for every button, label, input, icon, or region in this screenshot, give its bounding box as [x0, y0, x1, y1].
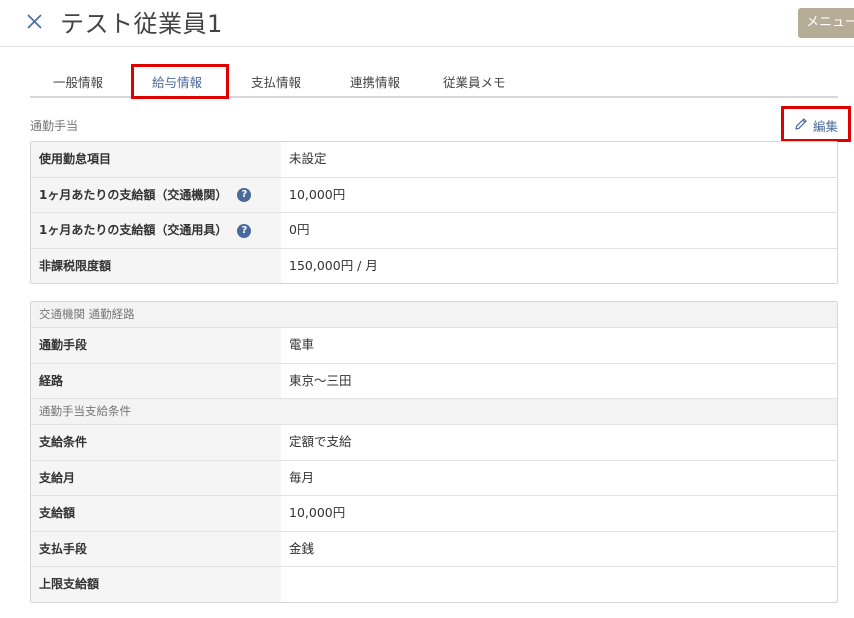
table-row: 上限支給額: [31, 567, 837, 602]
table-row: 支給月 毎月: [31, 460, 837, 496]
section-title: 通勤手当: [30, 119, 79, 133]
tab-general[interactable]: 一般情報: [53, 72, 103, 91]
row-label: 1ヶ月あたりの支給額（交通用具）?: [31, 213, 281, 248]
row-value: 定額で支給: [289, 434, 352, 449]
edit-button[interactable]: 編集: [781, 106, 851, 142]
table-row: 非課税限度額 150,000円 / 月: [31, 248, 837, 283]
commute-summary-table: 使用勤怠項目 未設定 1ヶ月あたりの支給額（交通機関）? 10,000円 1ヶ月…: [30, 141, 838, 284]
row-value: 150,000円 / 月: [289, 257, 378, 273]
table-row: 使用勤怠項目 未設定: [31, 142, 837, 178]
row-value: 金銭: [289, 540, 315, 556]
table-row: 支払手段 金銭: [31, 531, 837, 567]
row-value: 0円: [289, 222, 310, 237]
tab-employee-memo[interactable]: 従業員メモ: [443, 72, 506, 91]
help-icon[interactable]: ?: [237, 223, 252, 238]
row-value: 電車: [289, 337, 315, 352]
row-label: 支給条件: [31, 425, 281, 460]
row-label: 非課税限度額: [31, 248, 281, 283]
help-icon[interactable]: ?: [237, 188, 252, 202]
page-header: テスト従業員1 メニュー: [0, 0, 854, 47]
close-icon[interactable]: [24, 10, 46, 32]
row-label: 支給額: [31, 496, 281, 531]
table-row: 経路 東京～三田: [31, 363, 837, 399]
tab-integration[interactable]: 連携情報: [350, 72, 400, 91]
row-value: 10,000円: [289, 186, 346, 202]
table-row: 1ヶ月あたりの支給額（交通機関）? 10,000円: [31, 177, 837, 213]
row-label: 使用勤怠項目: [31, 142, 281, 177]
row-label: 支払手段: [31, 531, 281, 566]
row-label: 上限支給額: [31, 567, 281, 602]
edit-label: 編集: [813, 119, 839, 134]
table-row: 支給条件 定額で支給: [31, 425, 837, 461]
active-tab-highlight: [131, 64, 229, 99]
condition-header: 通勤手当支給条件: [31, 399, 837, 425]
row-value: 毎月: [289, 469, 315, 485]
commute-route-table: 交通機関 通勤経路 通勤手段 電車 経路 東京～三田 通勤手当支給条件 支給条件…: [30, 301, 838, 603]
tab-payment[interactable]: 支払情報: [251, 72, 301, 91]
row-value: 東京～三田: [289, 372, 352, 388]
page-title: テスト従業員1: [60, 10, 223, 38]
table-row: 支給額 10,000円: [31, 496, 837, 532]
row-label: 経路: [31, 363, 281, 398]
row-label: 支給月: [31, 460, 281, 495]
table-row: 通勤手段 電車: [31, 328, 837, 364]
row-label: 通勤手段: [31, 328, 281, 363]
row-label: 1ヶ月あたりの支給額（交通機関）?: [31, 177, 281, 212]
row-value: 10,000円: [289, 505, 346, 520]
row-value: 未設定: [289, 151, 327, 166]
route-header: 交通機関 通勤経路: [31, 302, 837, 328]
table-row: 1ヶ月あたりの支給額（交通用具）? 0円: [31, 213, 837, 249]
pencil-icon: [795, 118, 807, 130]
menu-button[interactable]: メニュー: [798, 8, 854, 38]
